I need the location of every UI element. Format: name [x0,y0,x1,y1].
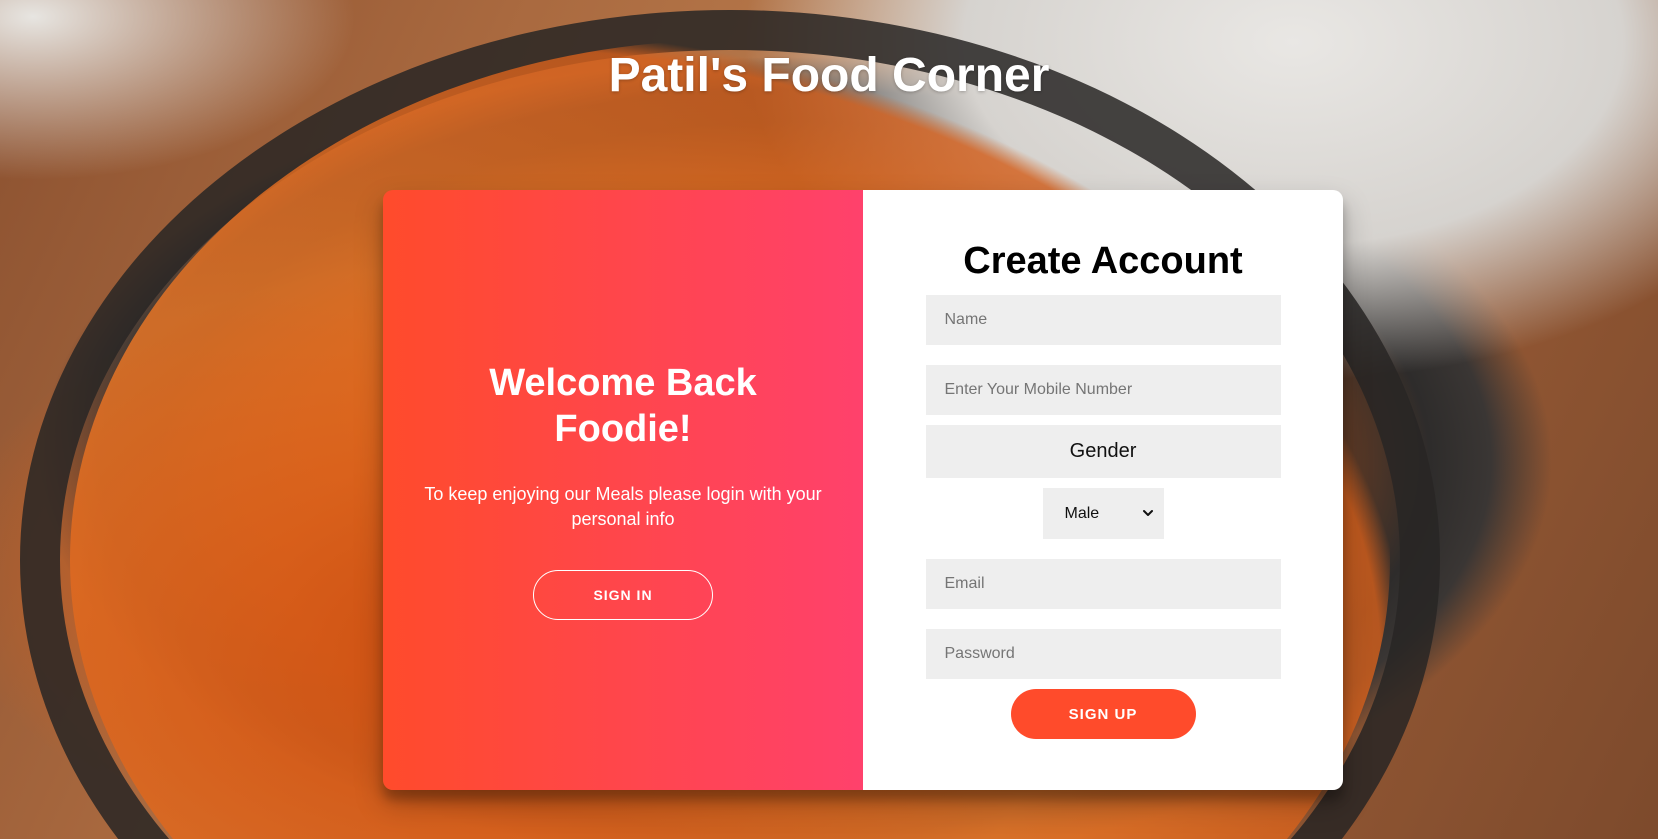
create-account-form: Create Account Gender Male Sign Up [863,190,1343,790]
site-title: Patil's Food Corner [608,49,1050,102]
welcome-panel: Welcome Back Foodie! To keep enjoying ou… [383,190,863,790]
password-input[interactable] [925,629,1281,679]
welcome-heading: Welcome Back Foodie! [489,362,757,450]
sign-up-button[interactable]: Sign Up [1010,689,1196,739]
email-input[interactable] [925,559,1281,609]
gender-label-box: Gender [925,425,1281,478]
auth-container: Welcome Back Foodie! To keep enjoying ou… [383,190,1343,790]
gender-select[interactable]: Male [1042,488,1164,539]
create-account-heading: Create Account [963,240,1243,282]
page-background: Patil's Food Corner Welcome Back Foodie!… [0,0,1658,839]
gender-label: Gender [1069,440,1137,462]
welcome-message: To keep enjoying our Meals please login … [424,484,822,529]
gender-select-wrapper: Male [1042,488,1164,539]
sign-in-button[interactable]: Sign In [533,570,713,620]
mobile-number-input[interactable] [925,365,1281,415]
name-input[interactable] [925,295,1281,345]
